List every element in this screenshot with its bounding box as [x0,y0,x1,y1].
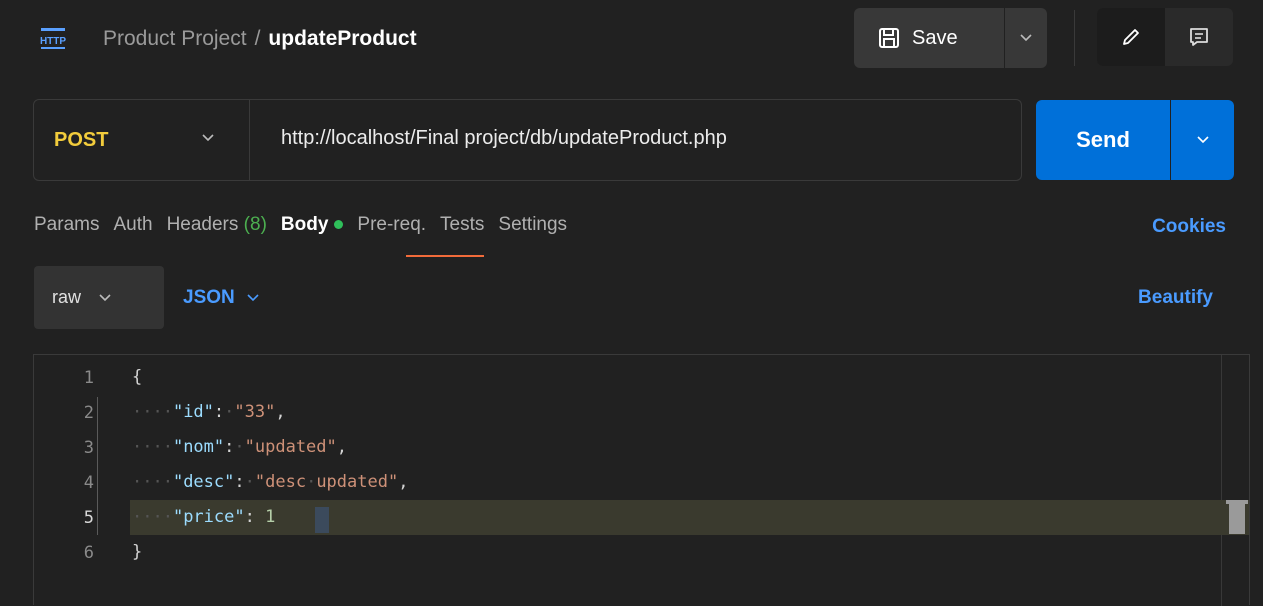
url-divider [249,100,250,180]
tab-headers[interactable]: Headers (8) [167,214,267,244]
code-text: ····"nom":·"updated", [132,437,348,457]
chevron-down-icon[interactable] [202,134,214,142]
body-mode-label: raw [52,287,82,307]
line-number: 6 [83,543,94,563]
edit-button[interactable] [1097,8,1165,66]
comments-button[interactable] [1165,8,1233,66]
code-text: } [132,542,143,562]
body-mode-select[interactable]: raw [34,266,164,329]
tab-body-label: Body [280,214,329,235]
code-line: 1 { [34,360,1219,395]
breadcrumb: Product Project / updateProduct [103,27,417,51]
url-input[interactable]: http://localhost/Final project/db/update… [281,127,727,150]
tab-prereq[interactable]: Pre-req. [357,214,426,244]
line-number: 5 [83,508,94,528]
toolbar-divider [1074,10,1075,66]
line-number: 3 [83,438,94,458]
headers-count: (8) [243,214,267,235]
indent-guide [97,397,98,535]
code-line: 5 ····"price": 1 [34,500,1219,535]
code-editor[interactable]: 1 { 2 ····"id":·"33", 3 ····"nom":·"upda… [33,354,1250,606]
tab-auth[interactable]: Auth [113,214,152,244]
chevron-down-icon [99,293,111,301]
chevron-down-icon [247,294,259,302]
active-tab-underline [406,255,484,257]
body-format-label: JSON [183,287,235,308]
chevron-down-icon [1020,34,1032,42]
svg-text:HTTP: HTTP [40,36,66,47]
chevron-down-icon [1196,136,1209,144]
request-name[interactable]: updateProduct [268,27,416,50]
send-button[interactable]: Send [1036,100,1170,180]
breadcrumb-separator: / [254,27,261,50]
code-text: { [132,367,143,387]
code-line: 3 ····"nom":·"updated", [34,430,1219,465]
url-bar: POST http://localhost/Final project/db/u… [33,99,1022,181]
tab-headers-label: Headers [166,214,239,235]
send-options-button[interactable] [1171,100,1234,180]
code-text: ····"id":·"33", [132,402,286,422]
code-text: ····"desc":·"desc·updated", [132,472,409,492]
tab-params[interactable]: Params [34,214,99,244]
comment-icon [1190,28,1208,46]
text-cursor [315,507,329,533]
code-line: 2 ····"id":·"33", [34,395,1219,430]
body-indicator-dot [334,220,344,230]
pencil-icon [1123,29,1139,45]
editor-ruler [1221,355,1222,606]
save-icon [879,28,899,48]
save-options-button[interactable] [1005,8,1047,68]
request-tabs: Params Auth Headers (8) Body Pre-req. Te… [34,214,581,244]
editor-scroll-marker[interactable] [1226,500,1248,534]
save-button[interactable]: Save [854,8,1004,68]
collection-name[interactable]: Product Project [103,27,247,50]
save-label: Save [912,26,958,49]
tab-settings[interactable]: Settings [498,214,567,244]
line-number: 4 [83,473,94,493]
tab-tests[interactable]: Tests [440,214,484,244]
method-select[interactable]: POST [54,129,108,152]
http-request-icon: HTTP [40,28,66,49]
tab-body[interactable]: Body [281,214,344,244]
beautify-button[interactable]: Beautify [1138,287,1213,309]
cookies-link[interactable]: Cookies [1152,216,1226,238]
code-text: ····"price": 1 [132,507,276,527]
line-number: 1 [83,368,94,388]
side-actions [1097,8,1233,66]
line-number: 2 [83,403,94,423]
save-button-group: Save [854,8,1047,68]
code-line: 6 } [34,535,1219,570]
send-button-group: Send [1036,100,1234,180]
request-header: HTTP Product Project / updateProduct Save [0,0,1263,80]
code-line: 4 ····"desc":·"desc·updated", [34,465,1219,500]
body-format-select[interactable]: JSON [183,287,259,309]
